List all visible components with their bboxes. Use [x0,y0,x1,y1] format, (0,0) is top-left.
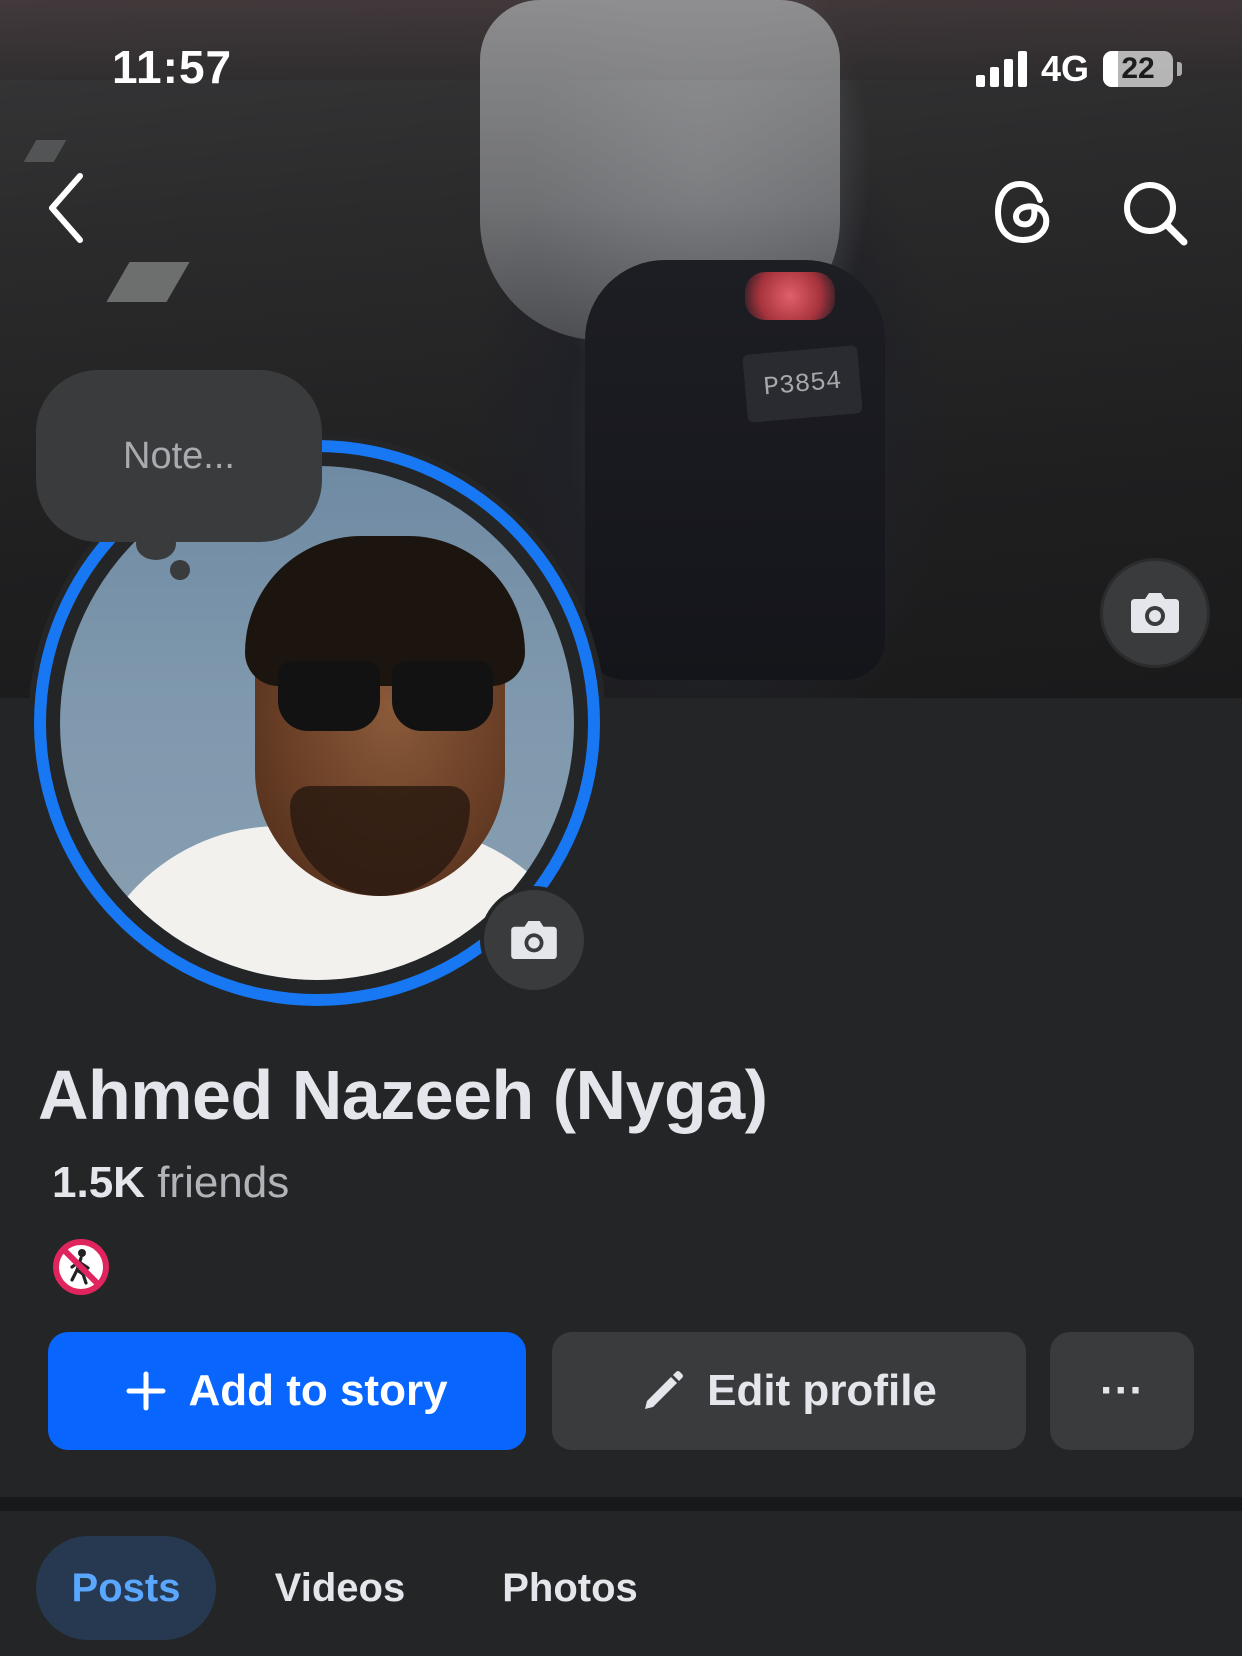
threads-icon[interactable] [990,178,1058,246]
status-indicators: 4G 22 [975,48,1182,90]
road-marking [23,140,67,162]
search-icon[interactable] [1120,178,1190,248]
road-marking [106,262,190,302]
signal-icon [975,51,1027,87]
edit-cover-photo-button[interactable] [1100,558,1210,668]
battery-cap [1177,62,1182,76]
motorcycle [585,260,885,680]
tail-light [745,272,835,320]
chevron-left-icon[interactable] [44,170,94,246]
tab-videos[interactable]: Videos [250,1536,430,1640]
edit-profile-label: Edit profile [707,1366,937,1415]
more-options-button[interactable]: ··· [1050,1332,1194,1450]
network-type: 4G [1040,48,1089,89]
battery-icon: 22 [1103,51,1173,87]
edit-profile-picture-button[interactable] [480,886,588,994]
more-icon: ··· [1100,1366,1144,1415]
friends-label: friends [157,1158,290,1207]
friends-count[interactable]: 1.5K friends [52,1158,289,1208]
note-bubble-tail-dot [170,560,190,580]
note-bubble[interactable]: Note... [36,370,322,542]
note-placeholder: Note... [123,434,235,477]
battery-level: 22 [1121,52,1155,85]
add-to-story-label: Add to story [188,1366,448,1415]
license-plate: P3854 [742,345,863,423]
pencil-icon [645,1371,684,1409]
section-divider [0,1497,1242,1511]
battery-fill [1103,51,1119,87]
avatar-sunglasses [278,661,493,731]
friends-number: 1.5K [52,1158,145,1207]
profile-name: Ahmed Nazeeh (Nyga) [38,1056,768,1134]
status-time: 11:57 [112,41,233,93]
camera-icon [511,921,557,959]
add-to-story-button[interactable]: Add to story [48,1332,526,1450]
edit-profile-button[interactable]: Edit profile [552,1332,1026,1450]
plus-icon [126,1371,166,1411]
camera-icon [1131,593,1179,633]
note-bubble-tail [136,528,176,560]
tab-photos[interactable]: Photos [470,1536,670,1640]
no-pedestrians-icon [52,1238,110,1296]
tab-posts[interactable]: Posts [36,1536,216,1640]
